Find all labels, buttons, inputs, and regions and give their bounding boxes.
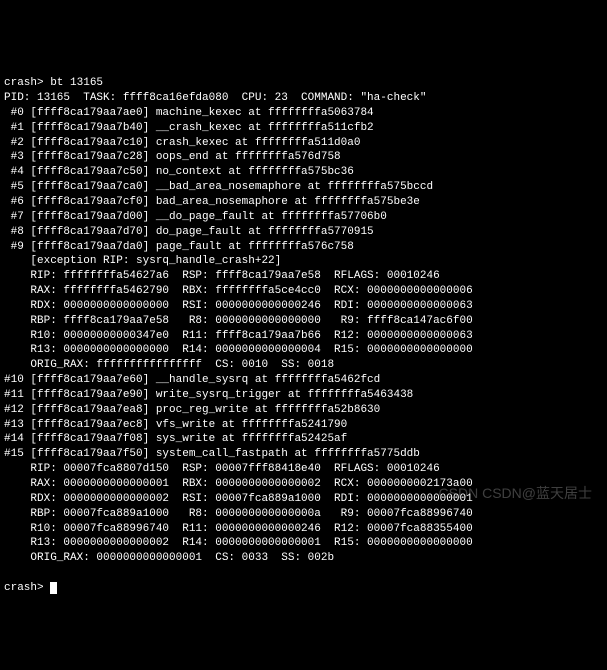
- terminal-line: #2 [ffff8ca179aa7c10] crash_kexec at fff…: [4, 136, 603, 151]
- terminal-line: #11 [ffff8ca179aa7e90] write_sysrq_trigg…: [4, 388, 603, 403]
- terminal-line: RDX: 0000000000000000 RSI: 0000000000000…: [4, 299, 603, 314]
- terminal-line: [exception RIP: sysrq_handle_crash+22]: [4, 254, 603, 269]
- terminal-line: [4, 61, 603, 76]
- terminal-line: R10: 00007fca88996740 R11: 0000000000000…: [4, 522, 603, 537]
- terminal-line: #1 [ffff8ca179aa7b40] __crash_kexec at f…: [4, 121, 603, 136]
- terminal-line: RBP: 00007fca889a1000 R8: 00000000000000…: [4, 507, 603, 522]
- crash-prompt[interactable]: crash>: [4, 582, 50, 594]
- terminal-line: ORIG_RAX: 0000000000000001 CS: 0033 SS: …: [4, 551, 603, 566]
- terminal-line: crash> bt 13165: [4, 76, 603, 91]
- terminal-line: #15 [ffff8ca179aa7f50] system_call_fastp…: [4, 447, 603, 462]
- terminal-line: #13 [ffff8ca179aa7ec8] vfs_write at ffff…: [4, 418, 603, 433]
- terminal-line: #12 [ffff8ca179aa7ea8] proc_reg_write at…: [4, 403, 603, 418]
- cursor[interactable]: [50, 582, 57, 594]
- terminal-line: R13: 0000000000000002 R14: 0000000000000…: [4, 536, 603, 551]
- terminal-line: #3 [ffff8ca179aa7c28] oops_end at ffffff…: [4, 150, 603, 165]
- terminal-line: RIP: ffffffffa54627a6 RSP: ffff8ca179aa7…: [4, 269, 603, 284]
- terminal-line: R10: 00000000000347e0 R11: ffff8ca179aa7…: [4, 329, 603, 344]
- terminal-line: #9 [ffff8ca179aa7da0] page_fault at ffff…: [4, 240, 603, 255]
- terminal-line: RBP: ffff8ca179aa7e58 R8: 00000000000000…: [4, 314, 603, 329]
- terminal-line: RDX: 0000000000000002 RSI: 00007fca889a1…: [4, 492, 603, 507]
- terminal-line: RAX: 0000000000000001 RBX: 0000000000000…: [4, 477, 603, 492]
- terminal-line: #7 [ffff8ca179aa7d00] __do_page_fault at…: [4, 210, 603, 225]
- terminal-output: crash> bt 13165PID: 13165 TASK: ffff8ca1…: [4, 61, 603, 566]
- terminal-line: ORIG_RAX: ffffffffffffffff CS: 0010 SS: …: [4, 358, 603, 373]
- terminal-line: #5 [ffff8ca179aa7ca0] __bad_area_nosemap…: [4, 180, 603, 195]
- terminal-line: #8 [ffff8ca179aa7d70] do_page_fault at f…: [4, 225, 603, 240]
- terminal-line: #4 [ffff8ca179aa7c50] no_context at ffff…: [4, 165, 603, 180]
- terminal-line: #6 [ffff8ca179aa7cf0] bad_area_nosemapho…: [4, 195, 603, 210]
- terminal-line: PID: 13165 TASK: ffff8ca16efda080 CPU: 2…: [4, 91, 603, 106]
- terminal-line: RAX: ffffffffa5462790 RBX: ffffffffa5ce4…: [4, 284, 603, 299]
- terminal-line: RIP: 00007fca8807d150 RSP: 00007fff88418…: [4, 462, 603, 477]
- terminal-line: R13: 0000000000000000 R14: 0000000000000…: [4, 343, 603, 358]
- terminal-line: #14 [ffff8ca179aa7f08] sys_write at ffff…: [4, 432, 603, 447]
- terminal-line: #10 [ffff8ca179aa7e60] __handle_sysrq at…: [4, 373, 603, 388]
- terminal-line: #0 [ffff8ca179aa7ae0] machine_kexec at f…: [4, 106, 603, 121]
